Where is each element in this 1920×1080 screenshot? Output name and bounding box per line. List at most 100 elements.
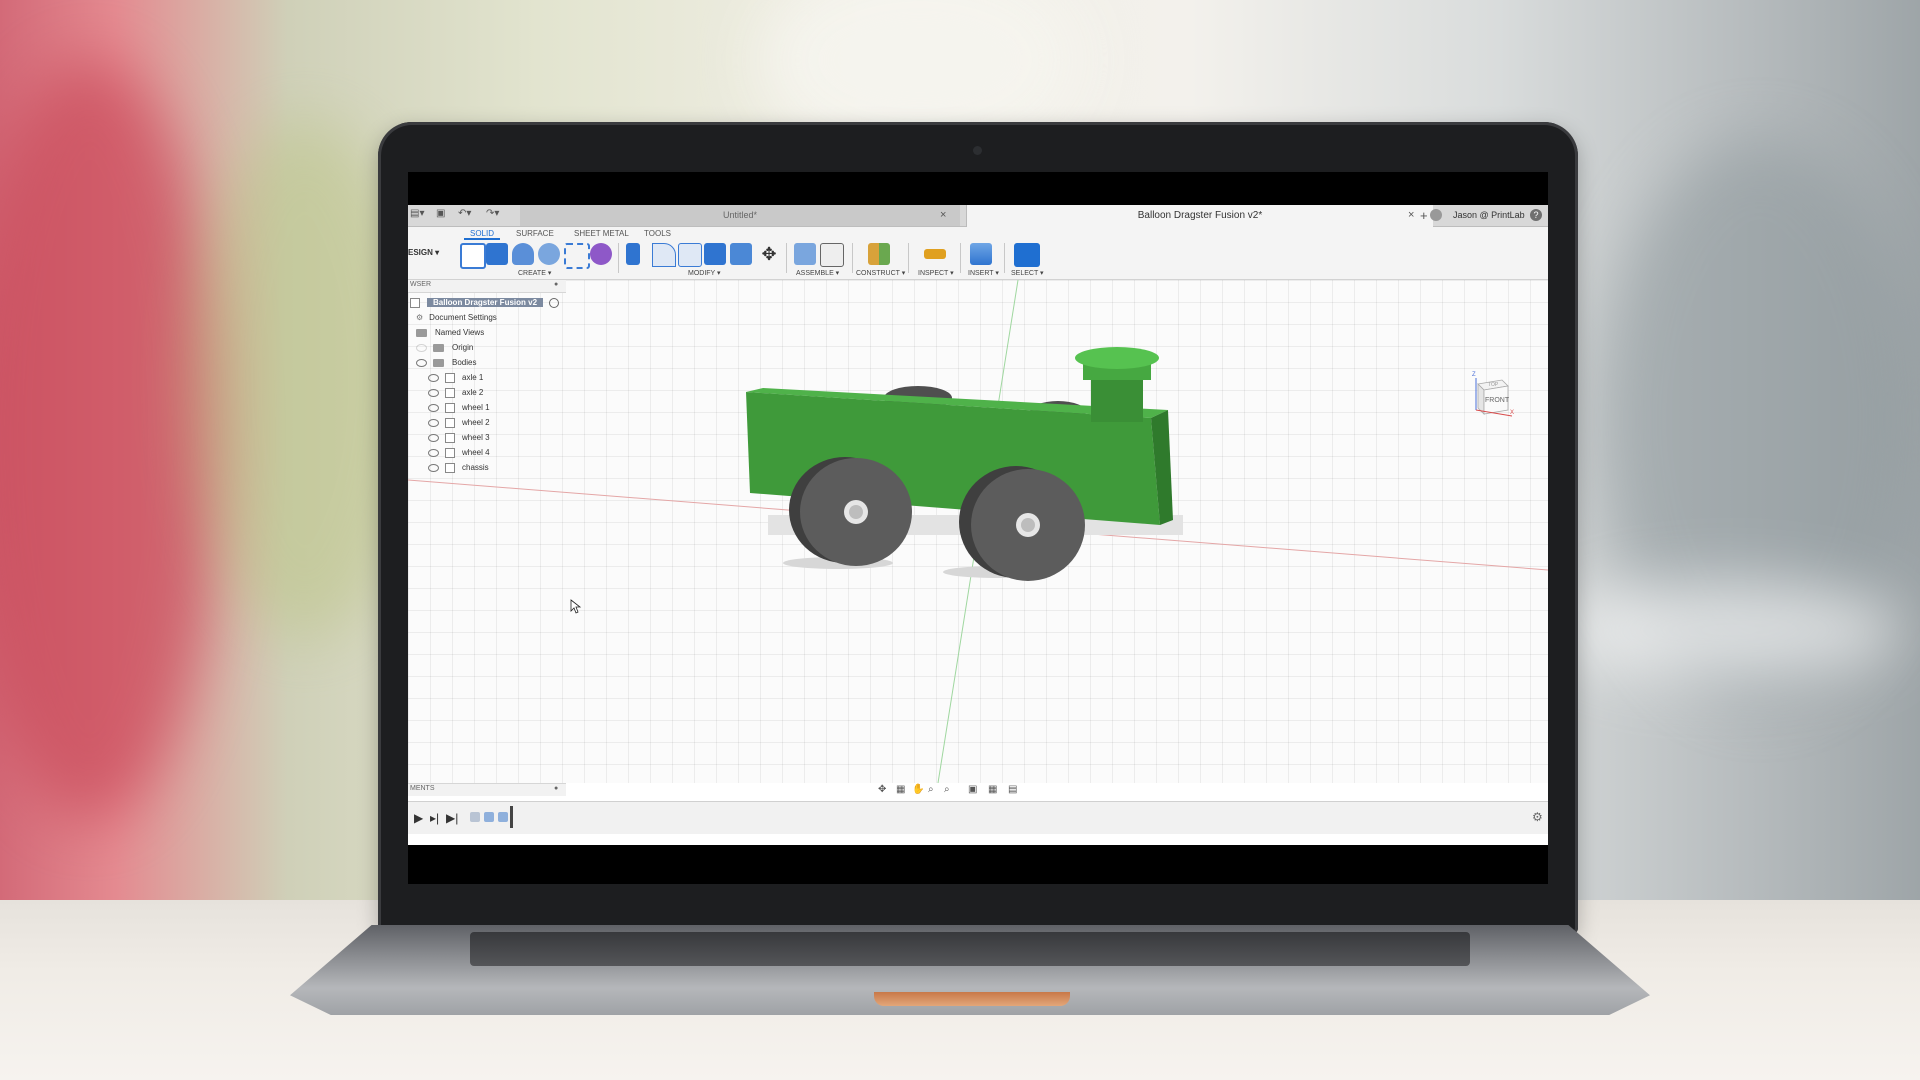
folder-icon: [433, 358, 444, 367]
play-icon[interactable]: ▶: [414, 811, 423, 825]
create-sketch-icon[interactable]: [460, 243, 486, 269]
viewports-icon[interactable]: ▤: [1008, 784, 1017, 795]
select-menu[interactable]: SELECT ▾: [1011, 269, 1044, 277]
save-icon[interactable]: ▣: [436, 208, 445, 219]
job-status-icon[interactable]: [1430, 209, 1442, 221]
hole-icon[interactable]: [538, 243, 560, 265]
measure-icon[interactable]: [924, 249, 946, 259]
model-scene: [408, 280, 1548, 783]
browser-panel: WSER ● Balloon Dragster Fusion v2 ⚙ Docum…: [408, 280, 576, 490]
visibility-eye-icon[interactable]: [416, 343, 427, 352]
canvas-viewport[interactable]: FRONT TOP Z X: [408, 280, 1548, 783]
assemble-menu[interactable]: ASSEMBLE ▾: [796, 269, 839, 277]
fillet-icon[interactable]: [652, 243, 676, 267]
visibility-eye-icon[interactable]: [428, 403, 439, 412]
tab-sheet-metal[interactable]: SHEET METAL: [574, 229, 629, 238]
axis-z-label: Z: [1472, 372, 1476, 378]
pattern-icon[interactable]: [564, 243, 590, 269]
workspace-switcher[interactable]: ESIGN ▾: [408, 248, 439, 257]
look-at-icon[interactable]: ▦: [896, 784, 905, 795]
browser-item-named-views[interactable]: Named Views: [416, 326, 484, 340]
modify-menu[interactable]: MODIFY ▾: [688, 269, 721, 277]
body-row-axle-1[interactable]: axle 1: [428, 371, 483, 385]
insert-image-icon[interactable]: [970, 243, 992, 265]
body-row-wheel-1[interactable]: wheel 1: [428, 401, 490, 415]
user-account[interactable]: Jason @ PrintLab: [1453, 205, 1525, 226]
timeline-marker[interactable]: [510, 806, 513, 828]
undo-icon[interactable]: ↶▾: [458, 208, 471, 219]
visibility-eye-icon[interactable]: [416, 358, 427, 367]
new-component-icon[interactable]: [794, 243, 816, 265]
timeline-feature-1-icon[interactable]: [470, 812, 480, 822]
body-icon: [445, 462, 455, 473]
move-icon[interactable]: ✥: [758, 243, 780, 265]
viewcube[interactable]: FRONT TOP Z X: [1472, 372, 1514, 418]
body-row-wheel-3[interactable]: wheel 3: [428, 431, 490, 445]
select-icon[interactable]: [1014, 243, 1040, 267]
body-row-chassis[interactable]: chassis: [428, 461, 489, 475]
browser-item-origin[interactable]: Origin: [416, 341, 473, 355]
zoom-window-icon[interactable]: ⌕: [944, 784, 950, 795]
joint-icon[interactable]: [820, 243, 844, 267]
viewcube-front[interactable]: FRONT: [1485, 397, 1509, 404]
viewcube-top[interactable]: TOP: [1488, 382, 1498, 388]
offset-plane-icon[interactable]: [868, 243, 890, 265]
comments-add-icon[interactable]: ●: [554, 785, 558, 792]
visibility-eye-icon[interactable]: [428, 433, 439, 442]
tab-tools[interactable]: TOOLS: [644, 229, 671, 238]
press-pull-icon[interactable]: [626, 243, 640, 265]
browser-document-row[interactable]: Balloon Dragster Fusion v2: [410, 296, 560, 310]
close-tab-untitled-icon[interactable]: ×: [940, 205, 946, 226]
folder-icon: [433, 343, 444, 352]
grid-settings-icon[interactable]: ▦: [988, 784, 997, 795]
tab-solid[interactable]: SOLID: [464, 229, 501, 240]
help-icon[interactable]: ?: [1530, 209, 1542, 221]
timeline-feature-2-icon[interactable]: [484, 812, 494, 822]
shell-icon[interactable]: [704, 243, 726, 265]
timeline-feature-3-icon[interactable]: [498, 812, 508, 822]
new-tab-icon[interactable]: +: [1420, 205, 1428, 226]
webcam: [973, 146, 982, 155]
visibility-eye-icon[interactable]: [428, 388, 439, 397]
browser-item-document-settings[interactable]: ⚙ Document Settings: [416, 311, 497, 325]
timeline-settings-gear-icon[interactable]: ⚙: [1532, 810, 1543, 824]
body-row-wheel-4[interactable]: wheel 4: [428, 446, 490, 460]
inspect-menu[interactable]: INSPECT ▾: [918, 269, 954, 277]
comments-panel[interactable]: MENTS ●: [408, 783, 566, 796]
body-icon: [445, 387, 455, 398]
display-settings-icon[interactable]: ▣: [968, 784, 977, 795]
create-menu[interactable]: CREATE ▾: [518, 269, 551, 277]
body-icon: [445, 432, 455, 443]
form-icon[interactable]: [590, 243, 612, 265]
pan-icon[interactable]: ✋: [912, 784, 924, 795]
orbit-icon[interactable]: ✥: [878, 784, 886, 795]
visibility-eye-icon[interactable]: [428, 448, 439, 457]
construct-menu[interactable]: CONSTRUCT ▾: [856, 269, 905, 277]
revolve-icon[interactable]: [512, 243, 534, 265]
insert-menu[interactable]: INSERT ▾: [968, 269, 999, 277]
go-to-end-icon[interactable]: ▶|: [446, 811, 458, 825]
body-row-wheel-2[interactable]: wheel 2: [428, 416, 490, 430]
redo-icon[interactable]: ↷▾: [486, 208, 499, 219]
tab-balloon-dragster[interactable]: Balloon Dragster Fusion v2*: [966, 205, 1433, 227]
document-icon: [410, 297, 420, 308]
laptop-keyboard: [470, 932, 1470, 966]
close-tab-active-icon[interactable]: ×: [1408, 205, 1414, 226]
browser-pin-icon[interactable]: ●: [554, 281, 558, 288]
tab-surface[interactable]: SURFACE: [516, 229, 554, 238]
body-icon: [445, 417, 455, 428]
step-forward-icon[interactable]: ▸|: [430, 811, 439, 825]
combine-icon[interactable]: [730, 243, 752, 265]
browser-item-bodies[interactable]: Bodies: [416, 356, 476, 370]
visibility-eye-icon[interactable]: [428, 418, 439, 427]
chamfer-icon[interactable]: [678, 243, 702, 267]
zoom-icon[interactable]: ⌕: [928, 784, 934, 795]
activate-radio-icon[interactable]: [549, 297, 560, 308]
visibility-eye-icon[interactable]: [428, 463, 439, 472]
extrude-icon[interactable]: [486, 243, 508, 265]
laptop-screen: ▤▾ ▣ ↶▾ ↷▾ Untitled* × Balloon Dragster …: [408, 172, 1548, 884]
visibility-eye-icon[interactable]: [428, 373, 439, 382]
grid-menu-icon[interactable]: ▤▾: [410, 208, 424, 219]
tab-untitled[interactable]: Untitled*: [520, 205, 960, 226]
body-row-axle-2[interactable]: axle 2: [428, 386, 483, 400]
